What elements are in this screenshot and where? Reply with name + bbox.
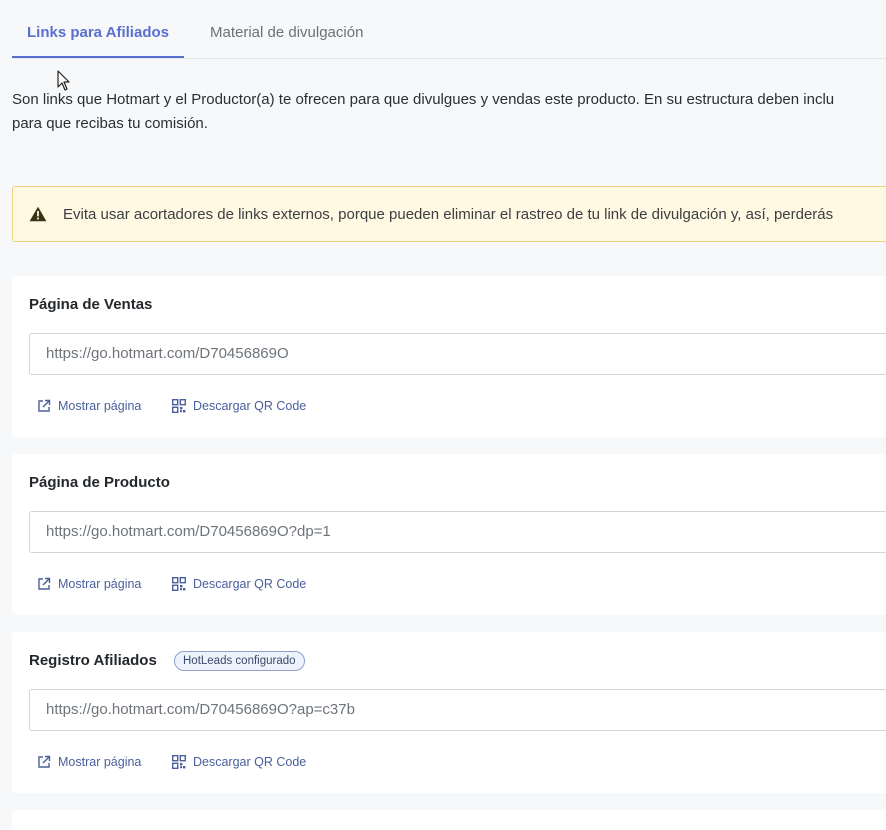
card-title: Página de Ventas [29,296,153,313]
show-page-label: Mostrar página [58,755,142,769]
qr-code-icon [172,577,186,591]
link-url-field[interactable]: https://go.hotmart.com/D70456869O?ap=c37… [29,689,886,731]
download-qr-label: Descargar QR Code [193,399,307,413]
intro-line-1: Son links que Hotmart y el Productor(a) … [12,91,835,108]
card-title: Registro Afiliados [29,652,157,669]
show-page-label: Mostrar página [58,399,142,413]
show-page-link[interactable]: Mostrar página [37,576,147,592]
link-card-partial [12,810,886,830]
external-link-icon [38,399,51,412]
link-card-ventas: Página de Ventas https://go.hotmart.com/… [12,276,886,437]
qr-code-icon [172,399,186,413]
link-card-producto: Página de Producto https://go.hotmart.co… [12,454,886,615]
tab-material-de-divulgacion[interactable]: Material de divulgación [210,0,363,57]
external-link-icon [38,755,51,768]
show-page-link[interactable]: Mostrar página [37,754,147,770]
alert-text: Evita usar acortadores de links externos… [63,206,834,223]
link-card-registro-afiliados: Registro Afiliados HotLeads configurado … [12,632,886,793]
intro-line-2: para que recibas tu comisión. [12,115,208,132]
link-url-field[interactable]: https://go.hotmart.com/D70456869O [29,333,886,375]
warning-icon [29,206,47,222]
external-link-icon [38,577,51,590]
link-url-field[interactable]: https://go.hotmart.com/D70456869O?dp=1 [29,511,886,553]
tab-bar: Links para Afiliados Material de divulga… [12,0,886,59]
hotleads-badge: HotLeads configurado [174,651,305,671]
download-qr-link[interactable]: Descargar QR Code [172,576,312,592]
warning-alert: Evita usar acortadores de links externos… [12,186,886,242]
tab-links-para-afiliados[interactable]: Links para Afiliados [12,0,184,58]
download-qr-label: Descargar QR Code [193,755,307,769]
qr-code-icon [172,755,186,769]
card-title: Página de Producto [29,474,170,491]
download-qr-label: Descargar QR Code [193,577,307,591]
download-qr-link[interactable]: Descargar QR Code [172,398,312,414]
download-qr-link[interactable]: Descargar QR Code [172,754,312,770]
intro-text: Son links que Hotmart y el Productor(a) … [12,88,886,136]
show-page-link[interactable]: Mostrar página [37,398,147,414]
show-page-label: Mostrar página [58,577,142,591]
